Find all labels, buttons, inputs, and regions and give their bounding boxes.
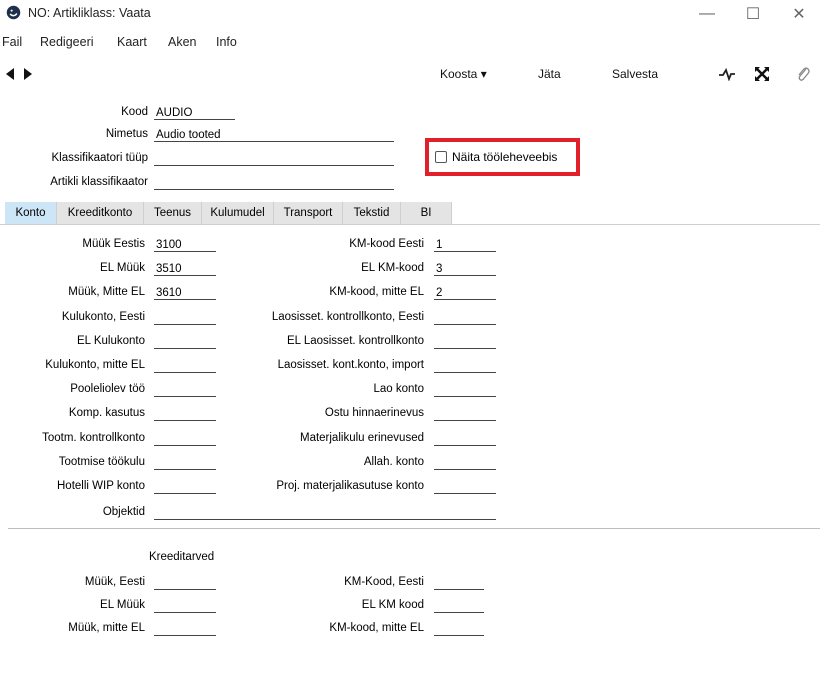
credit-left-label: Müük, Eesti bbox=[84, 576, 145, 588]
credit-left-field[interactable] bbox=[154, 576, 216, 590]
account-right-label: Allah. konto bbox=[363, 456, 424, 468]
menu-fail[interactable]: Fail bbox=[2, 35, 22, 49]
account-right-field[interactable] bbox=[434, 383, 496, 397]
credit-right-field[interactable] bbox=[434, 576, 484, 590]
account-right-field[interactable] bbox=[434, 456, 496, 470]
account-left-field[interactable] bbox=[154, 456, 216, 470]
account-right-label: Laosisset. kontrollkonto, Eesti bbox=[271, 311, 424, 323]
account-right-label: Laosisset. kont.konto, import bbox=[277, 359, 424, 371]
account-left-field[interactable]: 3610 bbox=[154, 286, 216, 300]
account-right-field[interactable] bbox=[434, 335, 496, 349]
credit-right-label: KM-Kood, Eesti bbox=[344, 576, 424, 588]
tab-kreeditkonto[interactable]: Kreeditkonto bbox=[57, 202, 144, 224]
klassifikaatori-tyyp-field[interactable] bbox=[154, 152, 394, 166]
account-left-label: Kulukonto, mitte EL bbox=[45, 359, 145, 371]
account-right-field[interactable] bbox=[434, 359, 496, 373]
nimetus-label: Nimetus bbox=[105, 128, 148, 140]
tab-kulumudel[interactable]: Kulumudel bbox=[202, 202, 274, 224]
account-left-label: Müük, Mitte EL bbox=[68, 286, 145, 298]
account-left-label: Tootmise töökulu bbox=[58, 456, 145, 468]
tab-strip-line bbox=[0, 224, 820, 225]
account-left-label: Müük Eestis bbox=[82, 238, 145, 250]
minimize-icon[interactable]: — bbox=[684, 0, 730, 28]
account-left-label: EL Müük bbox=[100, 262, 145, 274]
account-left-field[interactable] bbox=[154, 480, 216, 494]
section-divider bbox=[8, 528, 820, 529]
credit-right-label: EL KM kood bbox=[361, 599, 424, 611]
account-right-label: Lao konto bbox=[373, 383, 424, 395]
window-title: NO: Artikliklass: Vaata bbox=[28, 6, 151, 20]
credit-right-field[interactable] bbox=[434, 599, 484, 613]
kood-label: Kood bbox=[121, 106, 148, 118]
account-right-field[interactable] bbox=[434, 311, 496, 325]
objektid-field[interactable] bbox=[154, 506, 496, 520]
activity-icon[interactable] bbox=[718, 67, 736, 81]
objektid-label: Objektid bbox=[102, 506, 145, 518]
account-right-field[interactable]: 2 bbox=[434, 286, 496, 300]
account-right-field[interactable] bbox=[434, 407, 496, 421]
nimetus-field[interactable]: Audio tooted bbox=[154, 128, 394, 142]
account-left-field[interactable] bbox=[154, 383, 216, 397]
klassifikaatori-tyyp-label: Klassifikaatori tüüp bbox=[51, 152, 148, 164]
save-button[interactable]: Salvesta bbox=[612, 67, 658, 81]
tab-tekstid[interactable]: Tekstid bbox=[343, 202, 401, 224]
account-left-label: Hotelli WIP konto bbox=[57, 480, 145, 492]
menu-aken[interactable]: Aken bbox=[168, 35, 197, 49]
account-left-label: Kulukonto, Eesti bbox=[61, 311, 145, 323]
maximize-icon[interactable]: ☐ bbox=[730, 0, 776, 28]
credit-left-field[interactable] bbox=[154, 622, 216, 636]
account-right-field[interactable]: 1 bbox=[434, 238, 496, 252]
account-right-field[interactable] bbox=[434, 480, 496, 494]
account-left-label: Komp. kasutus bbox=[68, 407, 145, 419]
account-right-label: Proj. materjalikasutuse konto bbox=[276, 480, 424, 492]
tab-bi[interactable]: BI bbox=[401, 202, 452, 224]
account-left-field[interactable] bbox=[154, 335, 216, 349]
account-right-label: Materjalikulu erinevused bbox=[299, 432, 424, 444]
cancel-button[interactable]: Jäta bbox=[538, 67, 561, 81]
account-left-field[interactable] bbox=[154, 432, 216, 446]
credit-right-field[interactable] bbox=[434, 622, 484, 636]
close-icon[interactable]: ✕ bbox=[776, 0, 820, 28]
account-right-label: EL Laosisset. kontrollkonto bbox=[286, 335, 424, 347]
app-logo-icon bbox=[6, 5, 21, 20]
artikli-klassifikaator-label: Artikli klassifikaator bbox=[50, 176, 148, 188]
account-right-field[interactable]: 3 bbox=[434, 262, 496, 276]
tab-teenus[interactable]: Teenus bbox=[144, 202, 202, 224]
credit-right-label: KM-kood, mitte EL bbox=[329, 622, 424, 634]
tab-konto[interactable]: Konto bbox=[5, 202, 57, 224]
account-left-label: Pooleliolev töö bbox=[70, 383, 145, 395]
attachment-icon[interactable] bbox=[796, 65, 810, 83]
expand-icon[interactable] bbox=[754, 66, 770, 82]
create-menu-button[interactable]: Koosta ▾ bbox=[440, 67, 487, 81]
kreeditarved-heading: Kreeditarved bbox=[149, 551, 215, 563]
menu-info[interactable]: Info bbox=[216, 35, 237, 49]
account-left-label: Tootm. kontrollkonto bbox=[42, 432, 145, 444]
artikli-klassifikaator-field[interactable] bbox=[154, 176, 394, 190]
previous-record-icon[interactable] bbox=[5, 68, 15, 80]
next-record-icon[interactable] bbox=[23, 68, 33, 80]
account-left-field[interactable]: 3100 bbox=[154, 238, 216, 252]
account-left-field[interactable] bbox=[154, 407, 216, 421]
menu-redigeeri[interactable]: Redigeeri bbox=[40, 35, 94, 49]
account-right-label: KM-kood, mitte EL bbox=[329, 286, 424, 298]
account-right-label: KM-kood Eesti bbox=[349, 238, 424, 250]
kood-field[interactable]: AUDIO bbox=[154, 106, 235, 120]
web-checkbox-label: Näita tööleheveebis bbox=[452, 150, 558, 164]
tab-transport[interactable]: Transport bbox=[274, 202, 343, 224]
web-checkbox[interactable] bbox=[435, 151, 447, 163]
credit-left-label: Müük, mitte EL bbox=[68, 622, 145, 634]
account-left-field[interactable] bbox=[154, 359, 216, 373]
account-right-label: EL KM-kood bbox=[361, 262, 424, 274]
account-right-field[interactable] bbox=[434, 432, 496, 446]
credit-left-field[interactable] bbox=[154, 599, 216, 613]
account-left-field[interactable]: 3510 bbox=[154, 262, 216, 276]
account-left-field[interactable] bbox=[154, 311, 216, 325]
menu-kaart[interactable]: Kaart bbox=[117, 35, 147, 49]
account-right-label: Ostu hinnaerinevus bbox=[324, 407, 424, 419]
credit-left-label: EL Müük bbox=[100, 599, 145, 611]
account-left-label: EL Kulukonto bbox=[77, 335, 145, 347]
